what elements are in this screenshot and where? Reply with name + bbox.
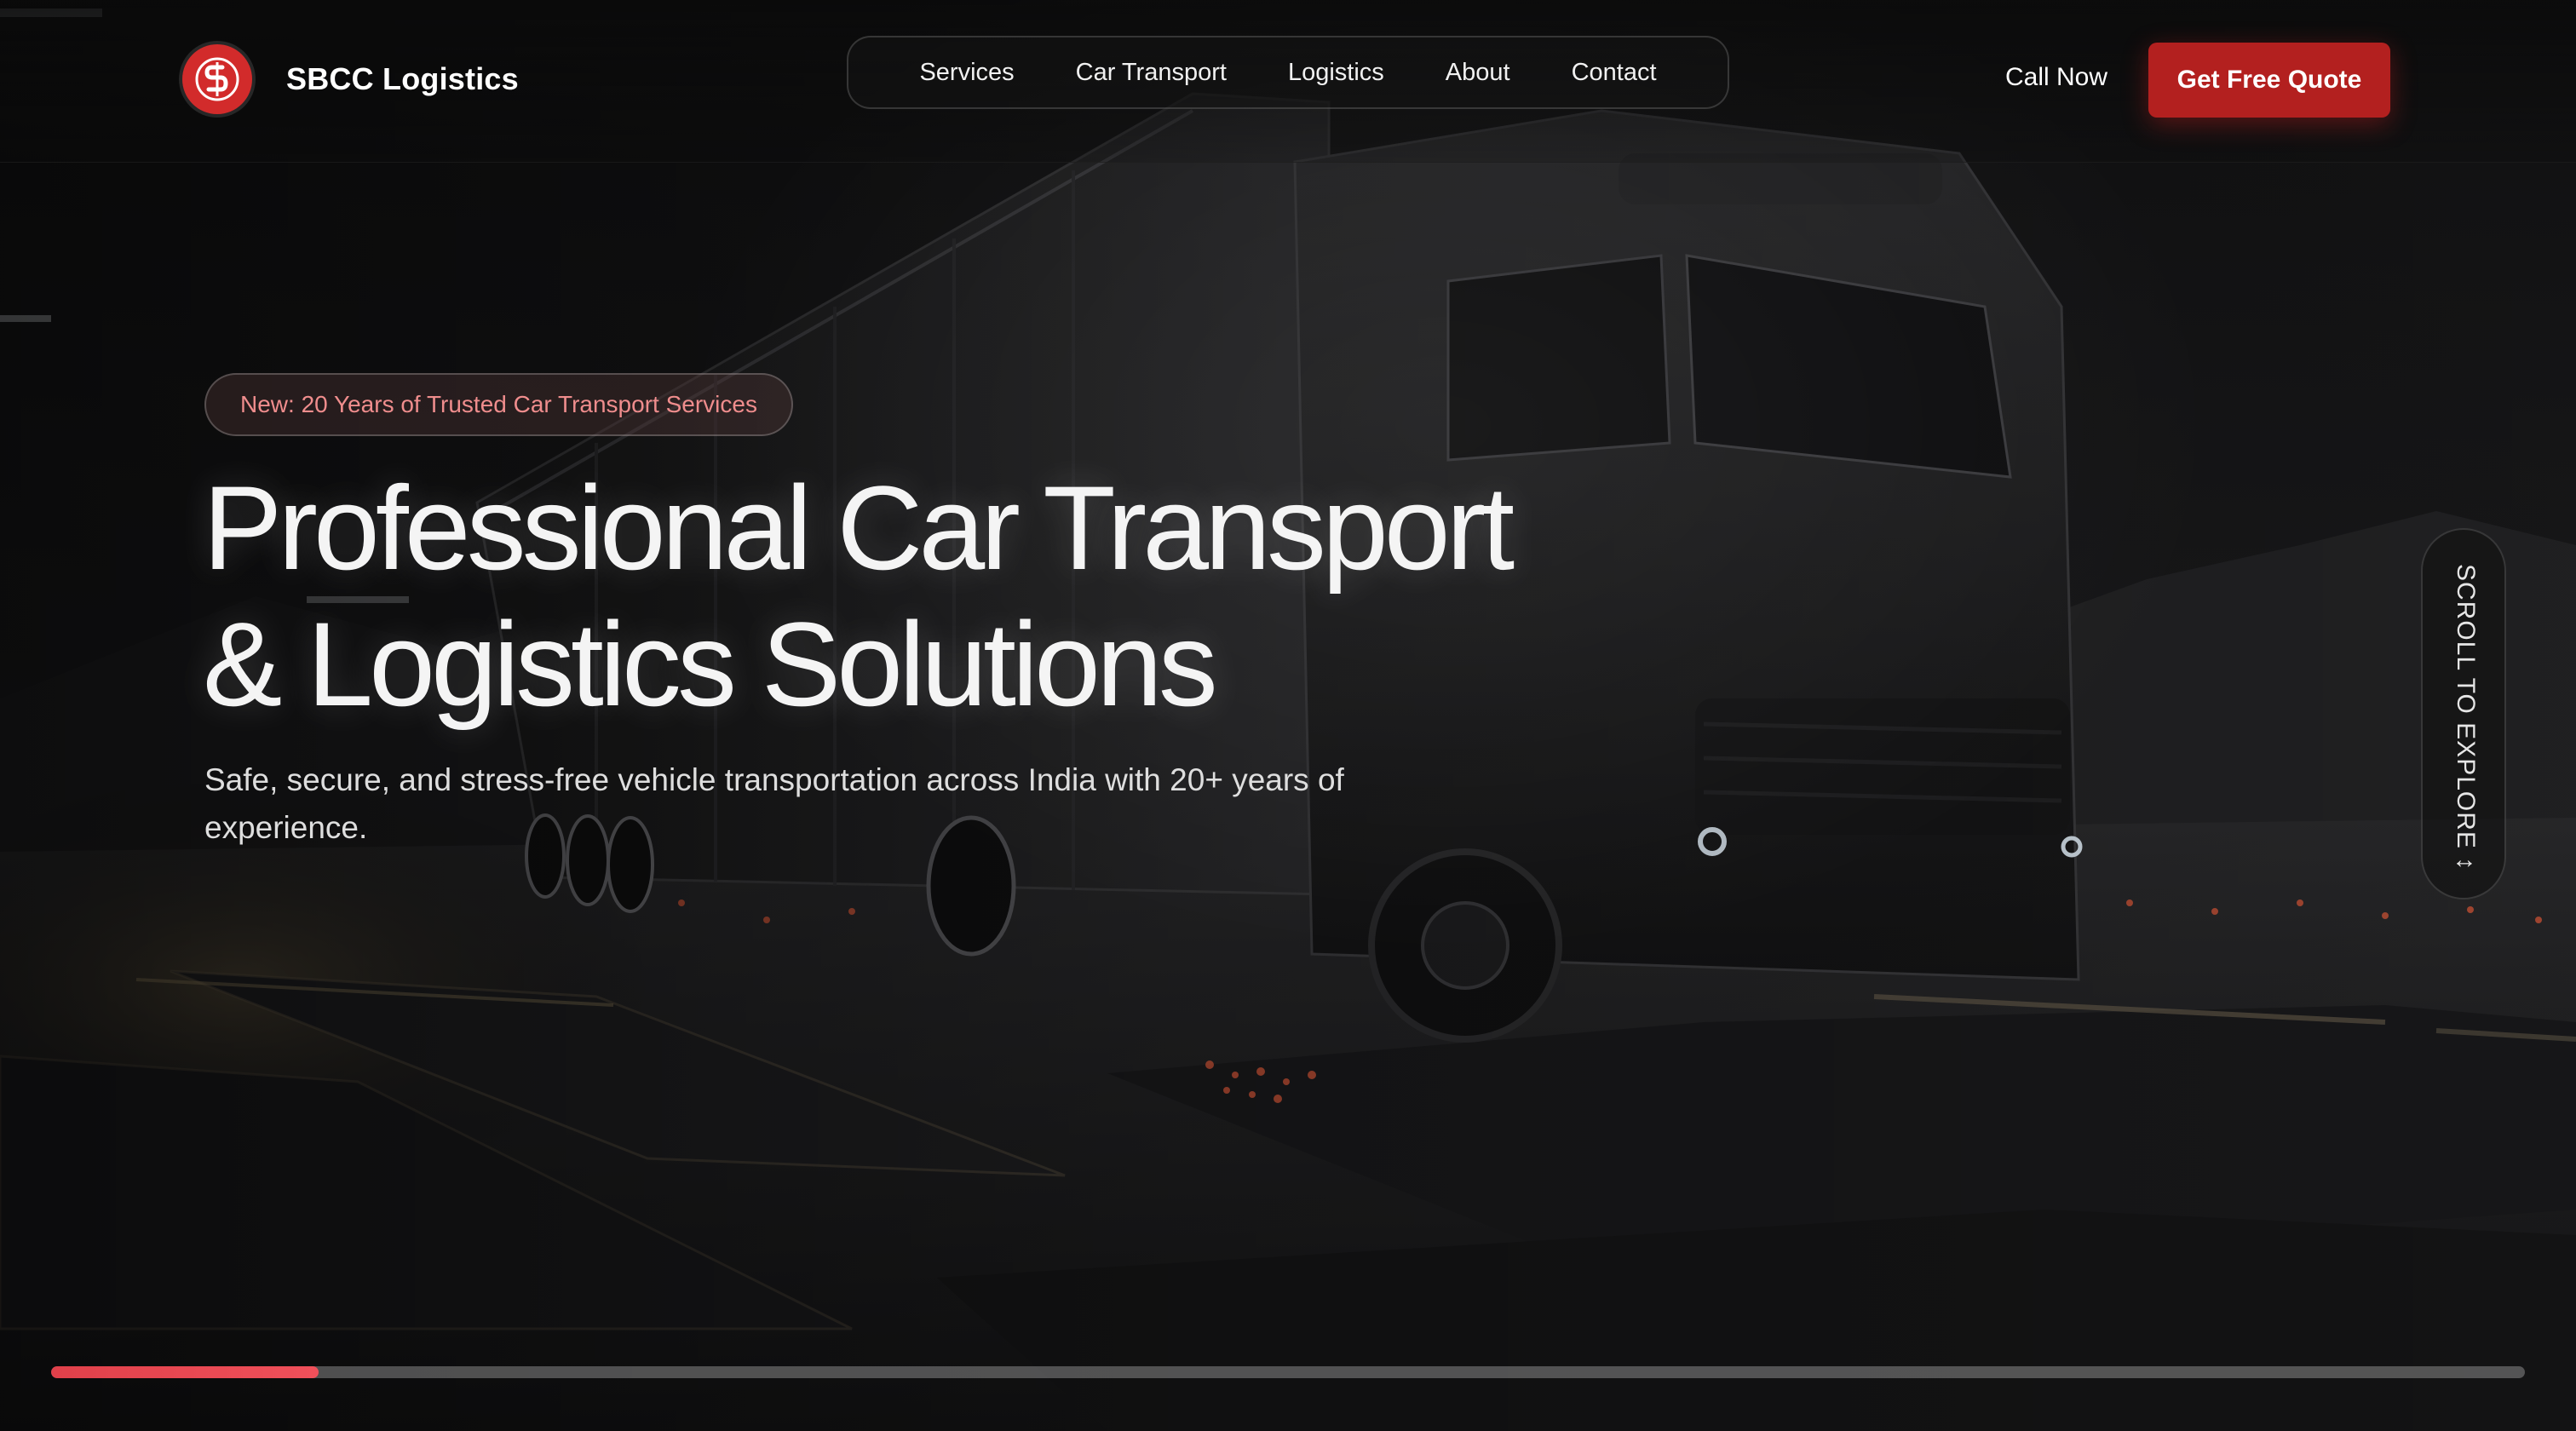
get-free-quote-button[interactable]: Get Free Quote — [2148, 43, 2390, 118]
scroll-progress-fill — [51, 1366, 319, 1378]
brand-name: SBCC Logistics — [286, 61, 519, 96]
main-nav: Services Car Transport Logistics About C… — [847, 36, 1729, 109]
nav-item-contact[interactable]: Contact — [1572, 59, 1657, 87]
scroll-to-explore-button[interactable]: SCROLL TO EXPLORE ↕ — [2421, 528, 2506, 899]
hero-title-line-1: Professional Car Transport — [203, 461, 1515, 595]
hero-subtitle: Safe, secure, and stress-free vehicle tr… — [204, 762, 1344, 845]
nav-item-logistics[interactable]: Logistics — [1288, 59, 1384, 87]
site-header: SBCC Logistics Services Car Transport Lo… — [0, 0, 2576, 163]
call-now-link[interactable]: Call Now — [2005, 63, 2107, 92]
announcement-badge: New: 20 Years of Trusted Car Transport S… — [204, 373, 793, 436]
brand[interactable]: SBCC Logistics — [182, 44, 519, 114]
nav-item-services[interactable]: Services — [919, 59, 1014, 87]
scroll-progress-track — [51, 1366, 2525, 1378]
nav-item-about[interactable]: About — [1446, 59, 1510, 87]
sbcc-monogram-icon — [195, 57, 239, 101]
hero-title: Professional Car Transport & Logistics S… — [203, 460, 1821, 733]
scroll-to-explore-label: SCROLL TO EXPLORE ↕ — [2452, 564, 2480, 871]
landing-page: SBCC Logistics Services Car Transport Lo… — [0, 0, 2576, 1431]
hero-title-line-2: & Logistics Solutions — [203, 597, 1218, 731]
nav-item-car-transport[interactable]: Car Transport — [1076, 59, 1227, 87]
sbcc-logo-icon — [182, 44, 252, 114]
